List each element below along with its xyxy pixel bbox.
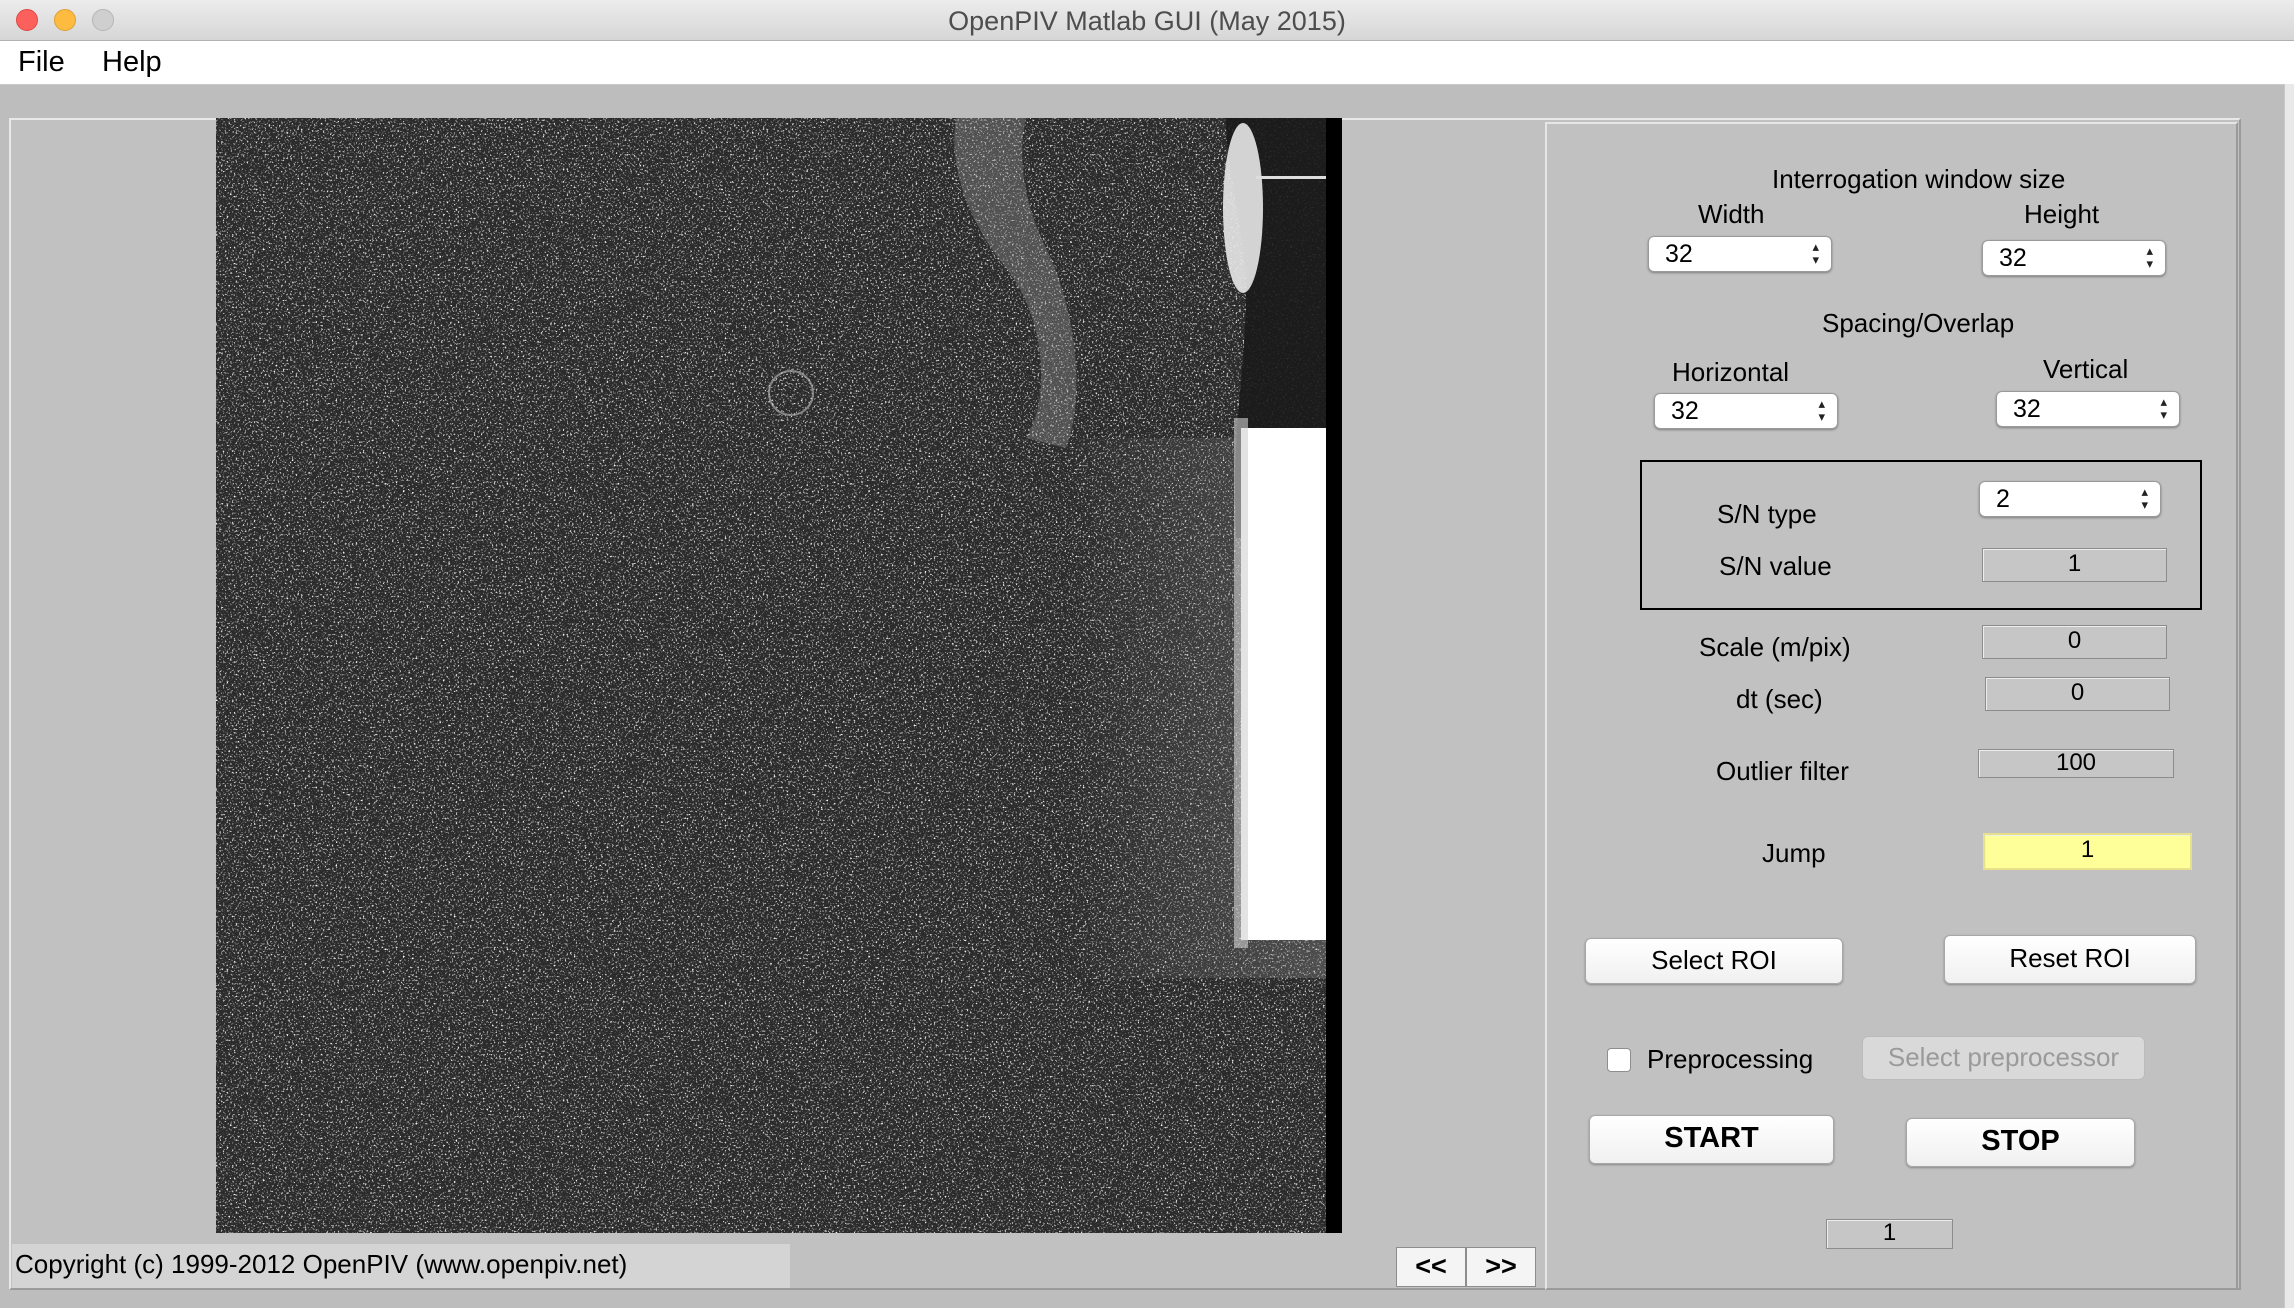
menu-file[interactable]: File — [18, 46, 65, 79]
piv-image[interactable] — [216, 118, 1342, 1233]
width-select[interactable]: 32 ▴ ▾ — [1648, 236, 1832, 272]
spacing-overlap-title: Spacing/Overlap — [1822, 308, 2015, 338]
stepper-arrows-icon: ▴ ▾ — [2141, 484, 2148, 512]
window-edge-scrollbar — [2284, 84, 2294, 1308]
reset-roi-button[interactable]: Reset ROI — [1944, 935, 2196, 984]
stop-button[interactable]: STOP — [1906, 1118, 2135, 1167]
frame-counter: 1 — [1826, 1219, 1953, 1249]
interrogation-window-title: Interrogation window size — [1772, 164, 2066, 194]
horizontal-label: Horizontal — [1672, 357, 1790, 387]
sn-value-label: S/N value — [1719, 551, 1832, 581]
sn-type-value: 2 — [1996, 485, 2010, 513]
preprocessing-checkbox[interactable] — [1607, 1048, 1631, 1072]
height-select[interactable]: 32 ▴ ▾ — [1982, 240, 2166, 276]
jump-label: Jump — [1762, 838, 1826, 868]
stepper-arrows-icon: ▴ ▾ — [1812, 239, 1819, 267]
outlier-filter-field[interactable]: 100 — [1978, 749, 2174, 778]
stepper-arrows-icon: ▴ ▾ — [2160, 394, 2167, 422]
select-roi-button[interactable]: Select ROI — [1585, 938, 1843, 984]
title-bar: OpenPIV Matlab GUI (May 2015) — [0, 0, 2294, 41]
horizontal-spacing-value: 32 — [1671, 397, 1699, 425]
width-select-value: 32 — [1665, 240, 1693, 268]
sn-value-field[interactable]: 1 — [1982, 548, 2167, 582]
next-image-button[interactable]: >> — [1466, 1247, 1536, 1287]
menu-help[interactable]: Help — [102, 46, 162, 79]
stepper-arrows-icon: ▴ ▾ — [2146, 243, 2153, 271]
scale-field[interactable]: 0 — [1982, 625, 2167, 659]
scale-label: Scale (m/pix) — [1699, 632, 1851, 662]
menu-bar: File Help — [0, 41, 2294, 85]
jump-field[interactable]: 1 — [1983, 833, 2192, 870]
sn-type-select[interactable]: 2 ▴ ▾ — [1979, 481, 2161, 517]
sn-type-label: S/N type — [1717, 499, 1817, 529]
dt-label: dt (sec) — [1736, 684, 1823, 714]
horizontal-spacing-select[interactable]: 32 ▴ ▾ — [1654, 393, 1838, 429]
width-label: Width — [1698, 199, 1765, 229]
dt-field[interactable]: 0 — [1985, 677, 2170, 711]
previous-image-button[interactable]: << — [1396, 1247, 1466, 1287]
outlier-filter-label: Outlier filter — [1716, 756, 1849, 786]
window-title: OpenPIV Matlab GUI (May 2015) — [948, 6, 1346, 36]
preprocessing-label: Preprocessing — [1647, 1044, 1814, 1074]
height-select-value: 32 — [1999, 244, 2027, 272]
height-label: Height — [2024, 199, 2100, 229]
start-button[interactable]: START — [1589, 1115, 1834, 1164]
vertical-spacing-select[interactable]: 32 ▴ ▾ — [1996, 391, 2180, 427]
stepper-arrows-icon: ▴ ▾ — [1818, 396, 1825, 424]
select-preprocessor-button[interactable]: Select preprocessor — [1862, 1036, 2145, 1080]
vertical-label: Vertical — [2043, 354, 2129, 384]
vertical-spacing-value: 32 — [2013, 395, 2041, 423]
copyright-text: Copyright (c) 1999-2012 OpenPIV (www.ope… — [12, 1244, 790, 1288]
